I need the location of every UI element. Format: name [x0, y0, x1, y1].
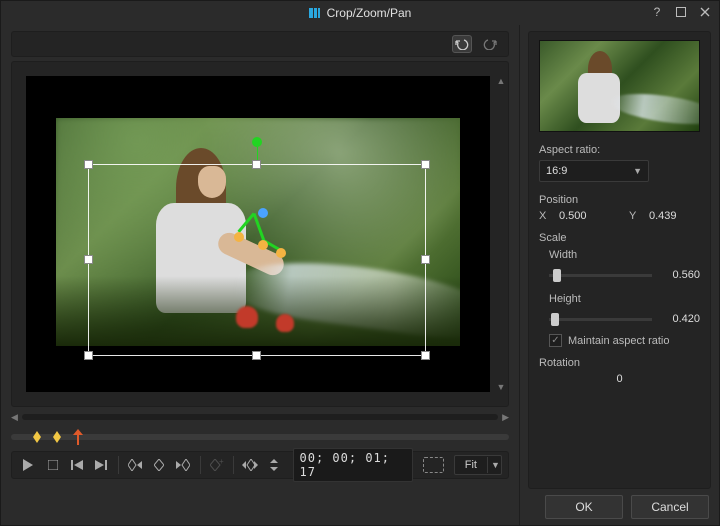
keyframe-timeline[interactable] — [11, 427, 509, 447]
toggle-crop-view-button[interactable] — [423, 457, 444, 473]
next-keyframe-button[interactable] — [173, 455, 193, 475]
crop-box[interactable] — [88, 164, 426, 356]
pos-y-label: Y — [629, 210, 643, 222]
keyframe-marker[interactable] — [53, 431, 61, 443]
close-button[interactable] — [697, 4, 713, 20]
next-frame-button[interactable] — [91, 455, 111, 475]
stop-button[interactable] — [42, 455, 62, 475]
height-label: Height — [549, 293, 589, 305]
height-value[interactable]: 0.420 — [660, 313, 700, 325]
svg-text:+: + — [219, 459, 224, 466]
preview-thumbnail — [539, 40, 700, 132]
zoom-select-label: Fit — [455, 459, 487, 471]
play-button[interactable] — [18, 455, 38, 475]
height-slider[interactable] — [549, 318, 652, 321]
preview-toolbar — [11, 31, 509, 57]
timecode-display[interactable]: 00; 00; 01; 17 — [293, 448, 414, 482]
scale-label: Scale — [539, 232, 700, 244]
preview-vscroll[interactable]: ▲▼ — [496, 76, 506, 392]
help-button[interactable]: ? — [649, 4, 665, 20]
add-remove-keyframe-button[interactable] — [149, 455, 169, 475]
keyframe-options-button[interactable] — [264, 455, 284, 475]
checkmark-icon: ✓ — [549, 334, 562, 347]
dialog-footer: OK Cancel — [520, 489, 719, 525]
pos-x-value[interactable]: 0.500 — [559, 210, 607, 222]
prev-frame-button[interactable] — [67, 455, 87, 475]
height-slider-row: Height — [549, 290, 700, 308]
prev-keyframe-button[interactable] — [124, 455, 144, 475]
playhead[interactable] — [73, 429, 83, 445]
preview-pane: ▲▼ ◀▶ — [1, 25, 519, 525]
width-value[interactable]: 0.560 — [660, 269, 700, 281]
preview-stage[interactable] — [26, 76, 490, 392]
crop-handle-tr[interactable] — [421, 160, 430, 169]
crop-handle-bl[interactable] — [84, 351, 93, 360]
aspect-ratio-value: 16:9 — [546, 165, 567, 177]
rotation-label: Rotation — [539, 357, 700, 369]
chevron-down-icon: ▼ — [487, 457, 501, 473]
crop-handle-ml[interactable] — [84, 255, 93, 264]
pos-y-value[interactable]: 0.439 — [649, 210, 697, 222]
crop-handle-tl[interactable] — [84, 160, 93, 169]
pos-x-label: X — [539, 210, 553, 222]
keyframe-marker[interactable] — [33, 431, 41, 443]
dialog-window: Crop/Zoom/Pan ? — [0, 0, 720, 526]
app-icon — [309, 7, 323, 19]
redo-button[interactable] — [480, 35, 500, 53]
width-label: Width — [549, 249, 589, 261]
keyframe-select-left-button[interactable] — [240, 455, 260, 475]
aspect-ratio-select[interactable]: 16:9 ▼ — [539, 160, 649, 182]
width-slider-row: Width — [549, 246, 700, 264]
cancel-button[interactable]: Cancel — [631, 495, 709, 519]
crop-handle-tm[interactable] — [252, 160, 261, 169]
aspect-ratio-label: Aspect ratio: — [539, 144, 700, 156]
zoom-select[interactable]: Fit ▼ — [454, 455, 502, 475]
maximize-button[interactable] — [673, 4, 689, 20]
width-slider[interactable] — [549, 274, 652, 277]
maintain-aspect-label: Maintain aspect ratio — [568, 335, 670, 347]
window-title: Crop/Zoom/Pan — [327, 6, 412, 20]
properties-pane: Aspect ratio: 16:9 ▼ Position X 0.500 Y … — [519, 25, 719, 525]
crop-handle-br[interactable] — [421, 351, 430, 360]
rotation-value[interactable]: 0 — [596, 373, 644, 385]
chevron-down-icon: ▼ — [633, 166, 642, 176]
crop-handle-bm[interactable] — [252, 351, 261, 360]
maintain-aspect-checkbox[interactable]: ✓ Maintain aspect ratio — [549, 334, 700, 347]
titlebar: Crop/Zoom/Pan ? — [1, 1, 719, 25]
preview-hscroll[interactable]: ◀▶ — [11, 411, 509, 423]
ok-button[interactable]: OK — [545, 495, 623, 519]
position-label: Position — [539, 194, 700, 206]
rotation-handle[interactable] — [252, 137, 262, 147]
crop-handle-mr[interactable] — [421, 255, 430, 264]
add-keyframe-button[interactable]: + — [206, 455, 226, 475]
undo-button[interactable] — [452, 35, 472, 53]
transport-bar: + 00; 00; 01; 17 Fit ▼ — [11, 451, 509, 479]
preview-viewport: ▲▼ — [11, 61, 509, 407]
